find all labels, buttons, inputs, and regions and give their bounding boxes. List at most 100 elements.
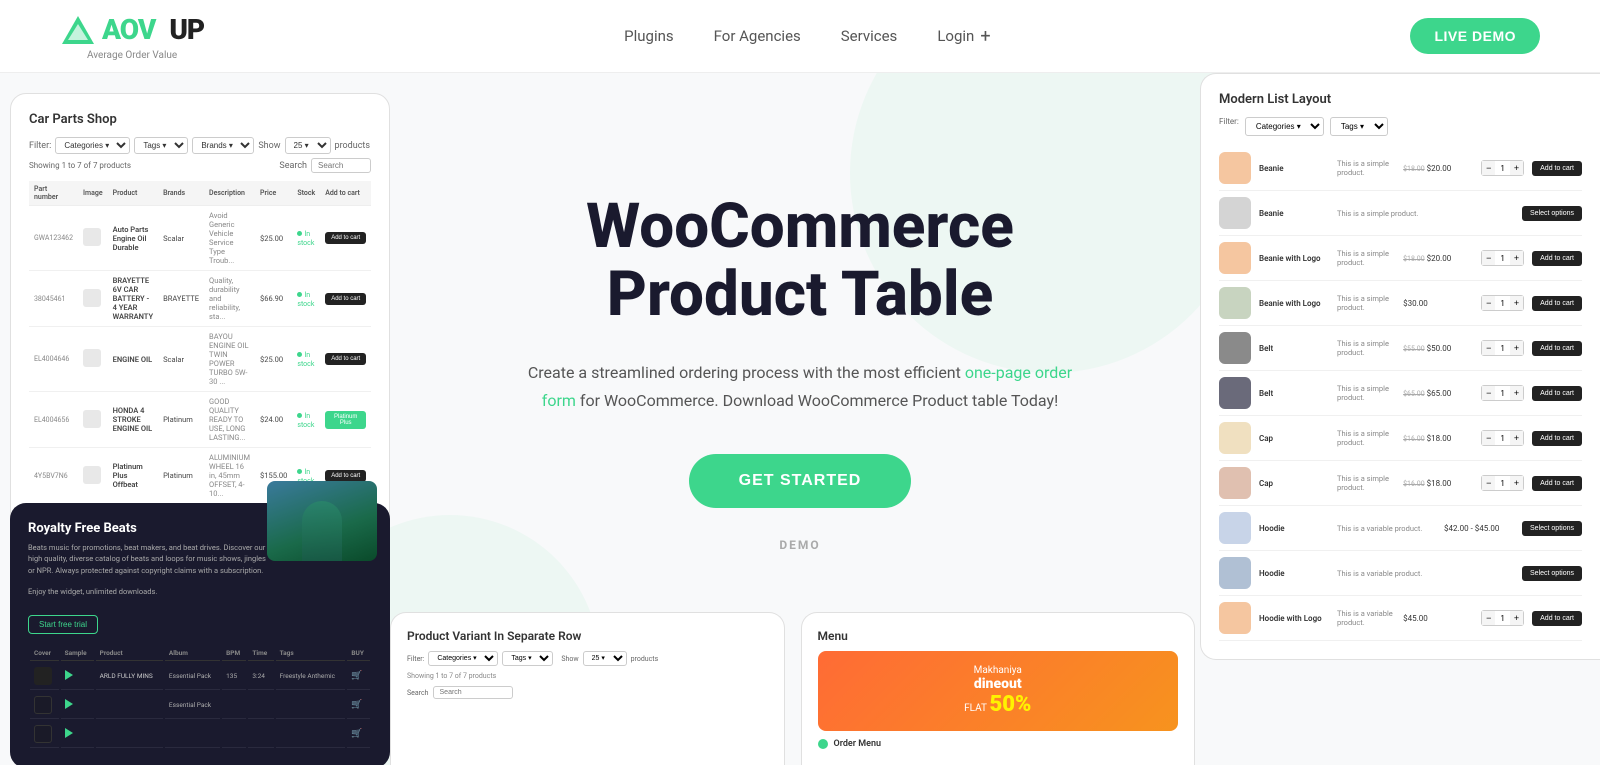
old-price: $55.00 [1403, 345, 1425, 353]
product-stock: In stock [292, 271, 320, 327]
product-price: $55.00 $50.00 [1403, 344, 1473, 353]
filter-label: Filter: [29, 141, 51, 151]
product-desc: ALUMINIUM WHEEL 16 in, 45mm OFFSET, 4-10… [204, 448, 255, 504]
nav-item-login[interactable]: Login + [937, 26, 990, 47]
qty-increase[interactable]: + [1510, 251, 1523, 265]
logo[interactable]: AOV UP Average Order Value [60, 12, 204, 61]
product-thumbnail [1219, 377, 1251, 409]
show-label: Show [258, 141, 280, 151]
product-thumbnail [1219, 242, 1251, 274]
product-name: Cap [1259, 434, 1329, 443]
play-icon-3[interactable] [65, 728, 75, 738]
beats-col-tags: Tags [276, 646, 346, 661]
add-to-cart-button[interactable]: Add to cart [325, 232, 366, 244]
qty-increase[interactable]: + [1510, 386, 1523, 400]
qty-increase[interactable]: + [1510, 476, 1523, 490]
product-desc: GOOD QUALITY READY TO USE, LONG LASTING.… [204, 392, 255, 448]
quantity-control: − 1 + [1481, 385, 1524, 401]
cart-icon-3[interactable]: 🛒 [351, 729, 362, 739]
add-to-cart-button[interactable]: Add to cart [325, 353, 366, 365]
nav-item-plugins[interactable]: Plugins [624, 27, 673, 45]
product-desc: This is a simple product. [1337, 209, 1436, 218]
product-desc: Avoid Generic Vehicle Service Type Troub… [204, 206, 255, 271]
qty-increase[interactable]: + [1510, 296, 1523, 310]
variant-show-select[interactable]: 25 ▾ [583, 651, 627, 666]
show-select[interactable]: 25 ▾ [285, 137, 331, 154]
beat-thumb [34, 667, 52, 685]
select-options-button[interactable]: Select options [1522, 206, 1582, 221]
nav-item-agencies[interactable]: For Agencies [714, 27, 801, 45]
add-to-cart-button[interactable]: Add to cart [1532, 161, 1582, 176]
product-desc: This is a simple product. [1337, 294, 1395, 312]
play-icon-2[interactable] [65, 699, 75, 709]
product-thumbnail [1219, 287, 1251, 319]
qty-value: 1 [1495, 342, 1510, 355]
get-started-button[interactable]: GET STARTED [689, 454, 912, 508]
right-categories-select[interactable]: Categories ▾ [1245, 117, 1324, 136]
live-demo-button[interactable]: LIVE DEMO [1410, 18, 1540, 54]
qty-value: 1 [1495, 297, 1510, 310]
filter-categories-select[interactable]: Categories ▾ [55, 137, 130, 154]
old-price: $18.00 [1403, 165, 1425, 173]
play-icon[interactable] [65, 670, 75, 680]
qty-decrease[interactable]: − [1482, 476, 1495, 490]
variant-categories-select[interactable]: Categories ▾ [428, 651, 498, 666]
banner-top: Makhaniya [964, 665, 1031, 676]
add-to-cart-button[interactable]: Add to cart [1532, 296, 1582, 311]
qty-decrease[interactable]: − [1482, 386, 1495, 400]
qty-increase[interactable]: + [1510, 611, 1523, 625]
qty-increase[interactable]: + [1510, 341, 1523, 355]
filter-brands-select[interactable]: Brands ▾ [192, 137, 254, 154]
list-item: Hoodie This is a variable product. Selec… [1219, 551, 1582, 596]
demo-link[interactable]: DEMO [520, 538, 1080, 552]
variant-tags-select[interactable]: Tags ▾ [502, 651, 553, 666]
select-options-button[interactable]: Select options [1522, 566, 1582, 581]
table-row: EL4004656 HONDA 4 STROKE ENGINE OIL Plat… [29, 392, 371, 448]
col-brands: Brands [158, 181, 204, 206]
qty-decrease[interactable]: − [1482, 611, 1495, 625]
order-menu-row: Order Menu [818, 739, 1179, 749]
add-to-cart-button[interactable]: Add to cart [1532, 431, 1582, 446]
beat-album-3 [165, 721, 220, 748]
beat-tag-2 [276, 692, 346, 719]
qty-increase[interactable]: + [1510, 431, 1523, 445]
right-filter-label: Filter: [1219, 117, 1239, 136]
nav-plus-icon: + [980, 26, 990, 47]
product-stock: In stock [292, 206, 320, 271]
list-item: Belt This is a simple product. $65.00 $6… [1219, 371, 1582, 416]
qty-decrease[interactable]: − [1482, 251, 1495, 265]
list-item: Beanie with Logo This is a simple produc… [1219, 236, 1582, 281]
qty-decrease[interactable]: − [1482, 341, 1495, 355]
add-to-cart-button[interactable]: Add to cart [1532, 476, 1582, 491]
main-nav: Plugins For Agencies Services Login + [624, 26, 990, 47]
qty-decrease[interactable]: − [1482, 296, 1495, 310]
right-tags-select[interactable]: Tags ▾ [1330, 117, 1388, 136]
one-page-form-link[interactable]: one-page order form [542, 363, 1072, 409]
qty-value: 1 [1495, 162, 1510, 175]
cart-icon-2[interactable]: 🛒 [351, 700, 362, 710]
qty-decrease[interactable]: − [1482, 431, 1495, 445]
add-to-cart-button[interactable]: Add to cart [1532, 341, 1582, 356]
select-options-button[interactable]: Select options [1522, 521, 1582, 536]
add-to-cart-button[interactable]: Add to cart [325, 470, 366, 482]
cart-icon[interactable]: 🛒 [351, 671, 362, 681]
add-to-cart-button[interactable]: Add to cart [325, 293, 366, 305]
product-thumbnail [1219, 512, 1251, 544]
product-name: ENGINE OIL [108, 327, 158, 392]
filter-tags-select[interactable]: Tags ▾ [134, 137, 188, 154]
variant-card-title: Product Variant In Separate Row [407, 629, 768, 643]
quantity-control: − 1 + [1481, 430, 1524, 446]
search-input[interactable] [311, 158, 371, 173]
banner-brand: dineout [964, 676, 1031, 692]
add-to-cart-button[interactable]: Add to cart [1532, 386, 1582, 401]
nav-item-services[interactable]: Services [841, 27, 898, 45]
qty-increase[interactable]: + [1510, 161, 1523, 175]
add-to-cart-button[interactable]: Add to cart [1532, 251, 1582, 266]
add-to-cart-button[interactable]: Add to cart [1532, 611, 1582, 626]
free-trial-button[interactable]: Start free trial [28, 615, 98, 634]
add-to-cart-button[interactable]: Platinum Plus [325, 411, 366, 429]
variant-search-input[interactable] [433, 686, 513, 699]
qty-decrease[interactable]: − [1482, 161, 1495, 175]
col-stock: Stock [292, 181, 320, 206]
product-name: Belt [1259, 344, 1329, 353]
